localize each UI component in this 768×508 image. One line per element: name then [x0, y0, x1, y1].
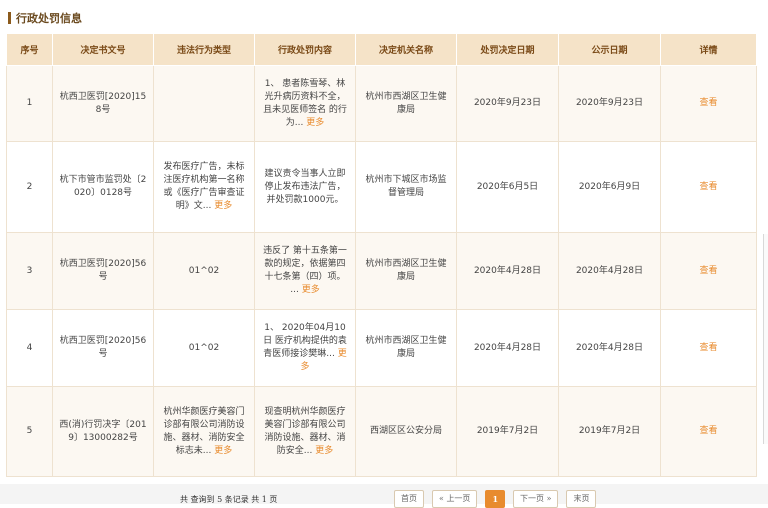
- scrollbar-edge[interactable]: [763, 234, 768, 444]
- table-row: 5 西(消)行罚决字〔2019〕13000282号 杭州华颜医疗美容门诊部有限公…: [6, 386, 757, 477]
- cell-violation-type: [153, 65, 255, 142]
- header-decision-date: 处罚决定日期: [456, 33, 559, 66]
- cell-detail: 查看: [660, 65, 757, 142]
- cell-detail: 查看: [660, 386, 757, 477]
- cell-publish-date: 2019年7月2日: [558, 386, 661, 477]
- cell-decision-date: 2019年7月2日: [456, 386, 559, 477]
- cell-agency: 杭州市西湖区卫生健康局: [355, 309, 457, 387]
- cell-doc-number: 杭西卫医罚[2020]56号: [52, 232, 154, 310]
- table-row: 1 杭西卫医罚[2020]158号 1、 患者陈雪琴、林光升病历资料不全，且未见…: [6, 65, 757, 142]
- cell-doc-number: 西(消)行罚决字〔2019〕13000282号: [52, 386, 154, 477]
- more-link[interactable]: 更多: [306, 118, 324, 128]
- header-no: 序号: [6, 33, 53, 66]
- view-link[interactable]: 查看: [699, 426, 717, 436]
- title-bar-marker: [8, 12, 11, 24]
- cell-no: 5: [6, 386, 53, 477]
- cell-penalty-content: 建议责令当事人立即停止发布违法广告，并处罚款1000元。: [254, 141, 356, 233]
- header-detail: 详情: [660, 33, 757, 66]
- content-text: 1、 2020年04月10日 医疗机构提供的袁青医师接诊樊琳...: [263, 323, 347, 359]
- header-penalty-content: 行政处罚内容: [254, 33, 356, 66]
- next-page-button[interactable]: 下一页 »: [513, 490, 559, 508]
- section-title-text: 行政处罚信息: [16, 12, 82, 25]
- cell-agency: 西湖区区公安分局: [355, 386, 457, 477]
- cell-no: 4: [6, 309, 53, 387]
- more-link[interactable]: 更多: [214, 201, 232, 211]
- pagination: 首页 « 上一页 1 下一页 » 末页: [394, 490, 597, 508]
- cell-violation-type: 杭州华颜医疗美容门诊部有限公司消防设施、器材、消防安全标志未... 更多: [153, 386, 255, 477]
- table-row: 3 杭西卫医罚[2020]56号 01^02 违反了 第十五条第一款的规定，依据…: [6, 232, 757, 310]
- cell-publish-date: 2020年4月28日: [558, 232, 661, 310]
- view-link[interactable]: 查看: [699, 266, 717, 276]
- section-title: 行政处罚信息: [8, 10, 82, 26]
- header-publish-date: 公示日期: [558, 33, 661, 66]
- header-agency: 决定机关名称: [355, 33, 457, 66]
- table-header-row: 序号 决定书文号 违法行为类型 行政处罚内容 决定机关名称 处罚决定日期 公示日…: [6, 33, 757, 66]
- first-page-button[interactable]: 首页: [394, 490, 424, 508]
- penalty-table: 序号 决定书文号 违法行为类型 行政处罚内容 决定机关名称 处罚决定日期 公示日…: [6, 33, 757, 477]
- cell-detail: 查看: [660, 309, 757, 387]
- cell-doc-number: 杭西卫医罚[2020]56号: [52, 309, 154, 387]
- cell-agency: 杭州市下城区市场监督管理局: [355, 141, 457, 233]
- cell-doc-number: 杭西卫医罚[2020]158号: [52, 65, 154, 142]
- cell-penalty-content: 1、 2020年04月10日 医疗机构提供的袁青医师接诊樊琳... 更多: [254, 309, 356, 387]
- content-text: 现查明杭州华颜医疗美容门诊部有限公司消防设施、器材、消防安全...: [264, 406, 346, 456]
- cell-violation-type: 发布医疗广告，未标注医疗机构第一名称或《医疗广告审查证明》文... 更多: [153, 141, 255, 233]
- cell-publish-date: 2020年6月9日: [558, 141, 661, 233]
- cell-penalty-content: 1、 患者陈雪琴、林光升病历资料不全，且未见医师签名 的行为... 更多: [254, 65, 356, 142]
- cell-no: 3: [6, 232, 53, 310]
- cell-violation-type: 01^02: [153, 232, 255, 310]
- cell-decision-date: 2020年6月5日: [456, 141, 559, 233]
- cell-decision-date: 2020年9月23日: [456, 65, 559, 142]
- cell-detail: 查看: [660, 141, 757, 233]
- view-link[interactable]: 查看: [699, 98, 717, 108]
- last-page-button[interactable]: 末页: [566, 490, 597, 508]
- view-link[interactable]: 查看: [699, 182, 717, 192]
- cell-doc-number: 杭下市管市监罚处〔2020〕0128号: [52, 141, 154, 233]
- cell-agency: 杭州市西湖区卫生健康局: [355, 232, 457, 310]
- type-text: 杭州华颜医疗美容门诊部有限公司消防设施、器材、消防安全标志未...: [163, 406, 245, 456]
- more-link[interactable]: 更多: [214, 446, 232, 456]
- record-count-text: 共 查询到 5 条记录 共 1 页: [180, 495, 278, 504]
- cell-decision-date: 2020年4月28日: [456, 232, 559, 310]
- cell-violation-type: 01^02: [153, 309, 255, 387]
- cell-no: 1: [6, 65, 53, 142]
- cell-penalty-content: 现查明杭州华颜医疗美容门诊部有限公司消防设施、器材、消防安全... 更多: [254, 386, 356, 477]
- more-link[interactable]: 更多: [315, 446, 333, 456]
- cell-publish-date: 2020年9月23日: [558, 65, 661, 142]
- footer-bar: [0, 484, 768, 504]
- table-row: 4 杭西卫医罚[2020]56号 01^02 1、 2020年04月10日 医疗…: [6, 309, 757, 387]
- header-doc-number: 决定书文号: [52, 33, 154, 66]
- cell-penalty-content: 违反了 第十五条第一款的规定，依据第四十七条第（四）项。 ... 更多: [254, 232, 356, 310]
- cell-no: 2: [6, 141, 53, 233]
- more-link[interactable]: 更多: [302, 285, 320, 295]
- header-violation-type: 违法行为类型: [153, 33, 255, 66]
- content-text: 1、 患者陈雪琴、林光升病历资料不全，且未见医师签名 的行为...: [263, 78, 347, 128]
- cell-decision-date: 2020年4月28日: [456, 309, 559, 387]
- view-link[interactable]: 查看: [699, 343, 717, 353]
- cell-agency: 杭州市西湖区卫生健康局: [355, 65, 457, 142]
- cell-publish-date: 2020年4月28日: [558, 309, 661, 387]
- prev-page-button[interactable]: « 上一页: [432, 490, 478, 508]
- table-row: 2 杭下市管市监罚处〔2020〕0128号 发布医疗广告，未标注医疗机构第一名称…: [6, 141, 757, 233]
- cell-detail: 查看: [660, 232, 757, 310]
- type-text: 发布医疗广告，未标注医疗机构第一名称或《医疗广告审查证明》文...: [163, 162, 245, 211]
- current-page-button[interactable]: 1: [485, 490, 506, 508]
